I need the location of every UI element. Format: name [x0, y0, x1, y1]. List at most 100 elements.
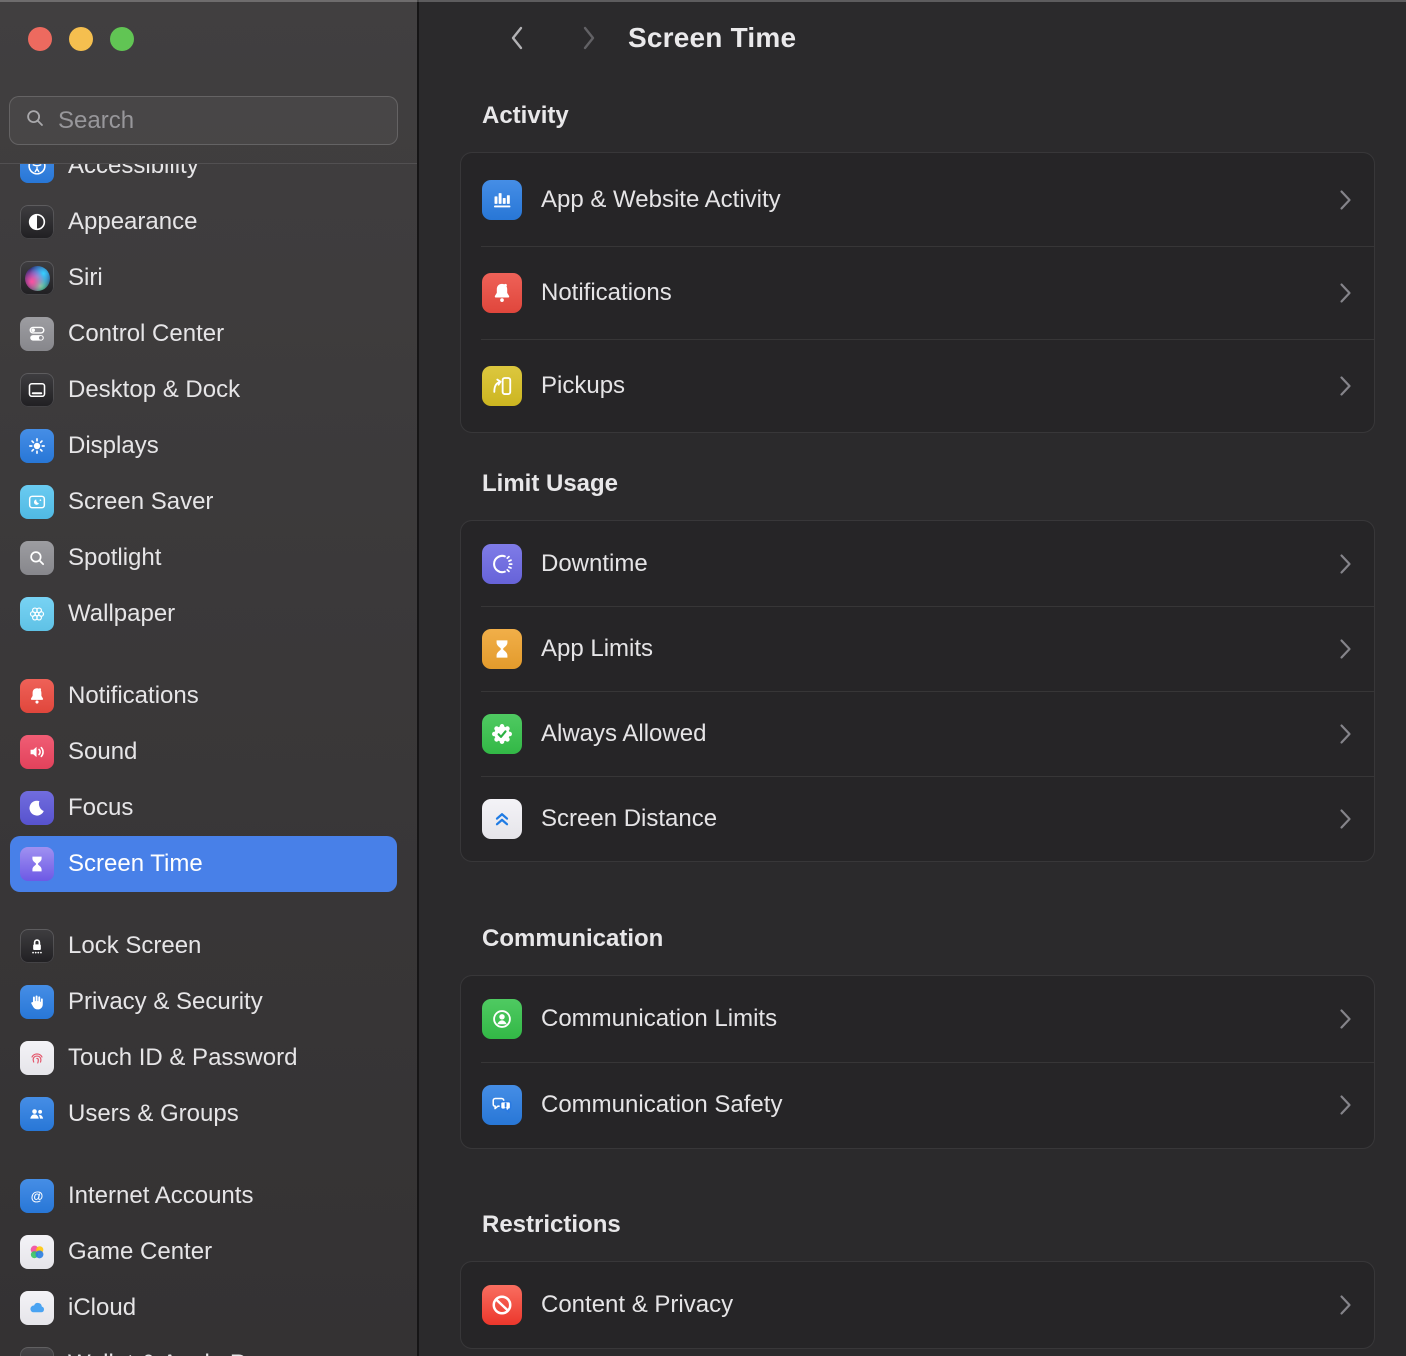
row-pickups[interactable]: Pickups: [461, 339, 1374, 432]
section-header-communication: Communication: [482, 925, 1375, 953]
row-always-allowed[interactable]: Always Allowed: [461, 691, 1374, 776]
sidebar-item-label: Displays: [68, 432, 159, 460]
pickups-icon: [482, 366, 522, 406]
section-header-restrictions: Restrictions: [482, 1211, 1375, 1239]
sidebar-item-spotlight[interactable]: Spotlight: [10, 530, 397, 586]
wallet-icon: [20, 1347, 54, 1356]
displays-icon: [20, 429, 54, 463]
sound-icon: [20, 735, 54, 769]
row-label: Communication Limits: [541, 1005, 1339, 1033]
sidebar-item-label: Wallpaper: [68, 600, 175, 628]
minimize-button[interactable]: [69, 27, 93, 51]
zoom-button[interactable]: [110, 27, 134, 51]
sidebar-item-screen-saver[interactable]: Screen Saver: [10, 474, 397, 530]
sidebar-item-label: Privacy & Security: [68, 988, 263, 1016]
system-settings-window: Accessibility Appearance Siri: [0, 0, 1406, 1356]
traffic-lights: [28, 27, 134, 51]
sidebar-item-label: Game Center: [68, 1238, 212, 1266]
icloud-icon: [20, 1291, 54, 1325]
sidebar-item-label: Accessibility: [68, 164, 199, 180]
sidebar-item-siri[interactable]: Siri: [10, 250, 397, 306]
pane-header: Screen Time: [460, 22, 1375, 54]
row-notifications[interactable]: Notifications: [461, 246, 1374, 339]
communication-safety-icon: [482, 1085, 522, 1125]
sidebar-item-touch-id[interactable]: Touch ID & Password: [10, 1030, 397, 1086]
content-privacy-icon: [482, 1285, 522, 1325]
sidebar-item-label: Appearance: [68, 208, 197, 236]
row-label: Downtime: [541, 550, 1339, 578]
sidebar-item-accessibility[interactable]: Accessibility: [10, 164, 397, 194]
close-button[interactable]: [28, 27, 52, 51]
svg-text:@: @: [31, 1188, 44, 1203]
chevron-right-icon: [1339, 552, 1352, 576]
screen-time-pane: Screen Time Activity App & Website Activ…: [419, 0, 1406, 1356]
chevron-right-icon: [1339, 807, 1352, 831]
lock-screen-icon: [20, 929, 54, 963]
sidebar-item-label: Screen Saver: [68, 488, 213, 516]
sidebar-item-screen-time[interactable]: Screen Time: [10, 836, 397, 892]
sidebar-item-sound[interactable]: Sound: [10, 724, 397, 780]
screen-saver-icon: [20, 485, 54, 519]
chevron-right-icon: [1339, 1007, 1352, 1031]
chevron-right-icon: [1339, 374, 1352, 398]
sidebar-item-desktop-dock[interactable]: Desktop & Dock: [10, 362, 397, 418]
communication-card: Communication Limits Communication Safet…: [460, 975, 1375, 1149]
screen-time-icon: [20, 847, 54, 881]
section-header-limit-usage: Limit Usage: [482, 470, 1375, 498]
control-center-icon: [20, 317, 54, 351]
sidebar-item-notifications[interactable]: Notifications: [10, 668, 397, 724]
sidebar-item-displays[interactable]: Displays: [10, 418, 397, 474]
sidebar-item-internet-accounts[interactable]: @ Internet Accounts: [10, 1168, 397, 1224]
notifications-icon: [482, 273, 522, 313]
sidebar-item-label: Focus: [68, 794, 133, 822]
app-limits-icon: [482, 629, 522, 669]
chevron-right-icon: [1339, 1293, 1352, 1317]
always-allowed-icon: [482, 714, 522, 754]
wallpaper-icon: [20, 597, 54, 631]
row-screen-distance[interactable]: Screen Distance: [461, 776, 1374, 861]
sidebar-item-users-groups[interactable]: Users & Groups: [10, 1086, 397, 1142]
notifications-icon: [20, 679, 54, 713]
sidebar-item-label: Wallet & Apple Pay: [68, 1350, 271, 1356]
row-downtime[interactable]: Downtime: [461, 521, 1374, 606]
row-label: Screen Distance: [541, 805, 1339, 833]
sidebar-item-wallet[interactable]: Wallet & Apple Pay: [10, 1336, 397, 1356]
sidebar-item-label: Spotlight: [68, 544, 161, 572]
sidebar-item-label: Internet Accounts: [68, 1182, 253, 1210]
sidebar-item-icloud[interactable]: iCloud: [10, 1280, 397, 1336]
chevron-right-icon: [1339, 188, 1352, 212]
row-content-privacy[interactable]: Content & Privacy: [461, 1262, 1374, 1348]
sidebar-item-appearance[interactable]: Appearance: [10, 194, 397, 250]
sidebar-item-wallpaper[interactable]: Wallpaper: [10, 586, 397, 642]
sidebar-item-lock-screen[interactable]: Lock Screen: [10, 918, 397, 974]
appearance-icon: [20, 205, 54, 239]
row-app-website-activity[interactable]: App & Website Activity: [461, 153, 1374, 246]
sidebar-item-label: Lock Screen: [68, 932, 201, 960]
forward-button[interactable]: [578, 23, 598, 53]
sidebar-item-label: iCloud: [68, 1294, 136, 1322]
row-communication-safety[interactable]: Communication Safety: [461, 1062, 1374, 1148]
search-input[interactable]: [56, 106, 383, 136]
sidebar-item-label: Control Center: [68, 320, 224, 348]
sidebar-item-label: Notifications: [68, 682, 199, 710]
siri-icon: [20, 261, 54, 295]
sidebar-item-privacy-security[interactable]: Privacy & Security: [10, 974, 397, 1030]
row-label: Communication Safety: [541, 1091, 1339, 1119]
sidebar-item-label: Sound: [68, 738, 137, 766]
sidebar-item-label: Touch ID & Password: [68, 1044, 297, 1072]
row-app-limits[interactable]: App Limits: [461, 606, 1374, 691]
screen-distance-icon: [482, 799, 522, 839]
accessibility-icon: [20, 164, 54, 183]
sidebar-item-focus[interactable]: Focus: [10, 780, 397, 836]
sidebar-list: Accessibility Appearance Siri: [0, 164, 417, 1356]
at-sign-icon: @: [20, 1179, 54, 1213]
row-communication-limits[interactable]: Communication Limits: [461, 976, 1374, 1062]
chevron-right-icon: [1339, 281, 1352, 305]
row-label: App Limits: [541, 635, 1339, 663]
search-field[interactable]: [9, 96, 398, 145]
back-button[interactable]: [508, 23, 528, 53]
sidebar-item-control-center[interactable]: Control Center: [10, 306, 397, 362]
sidebar-item-game-center[interactable]: Game Center: [10, 1224, 397, 1280]
users-icon: [20, 1097, 54, 1131]
focus-icon: [20, 791, 54, 825]
